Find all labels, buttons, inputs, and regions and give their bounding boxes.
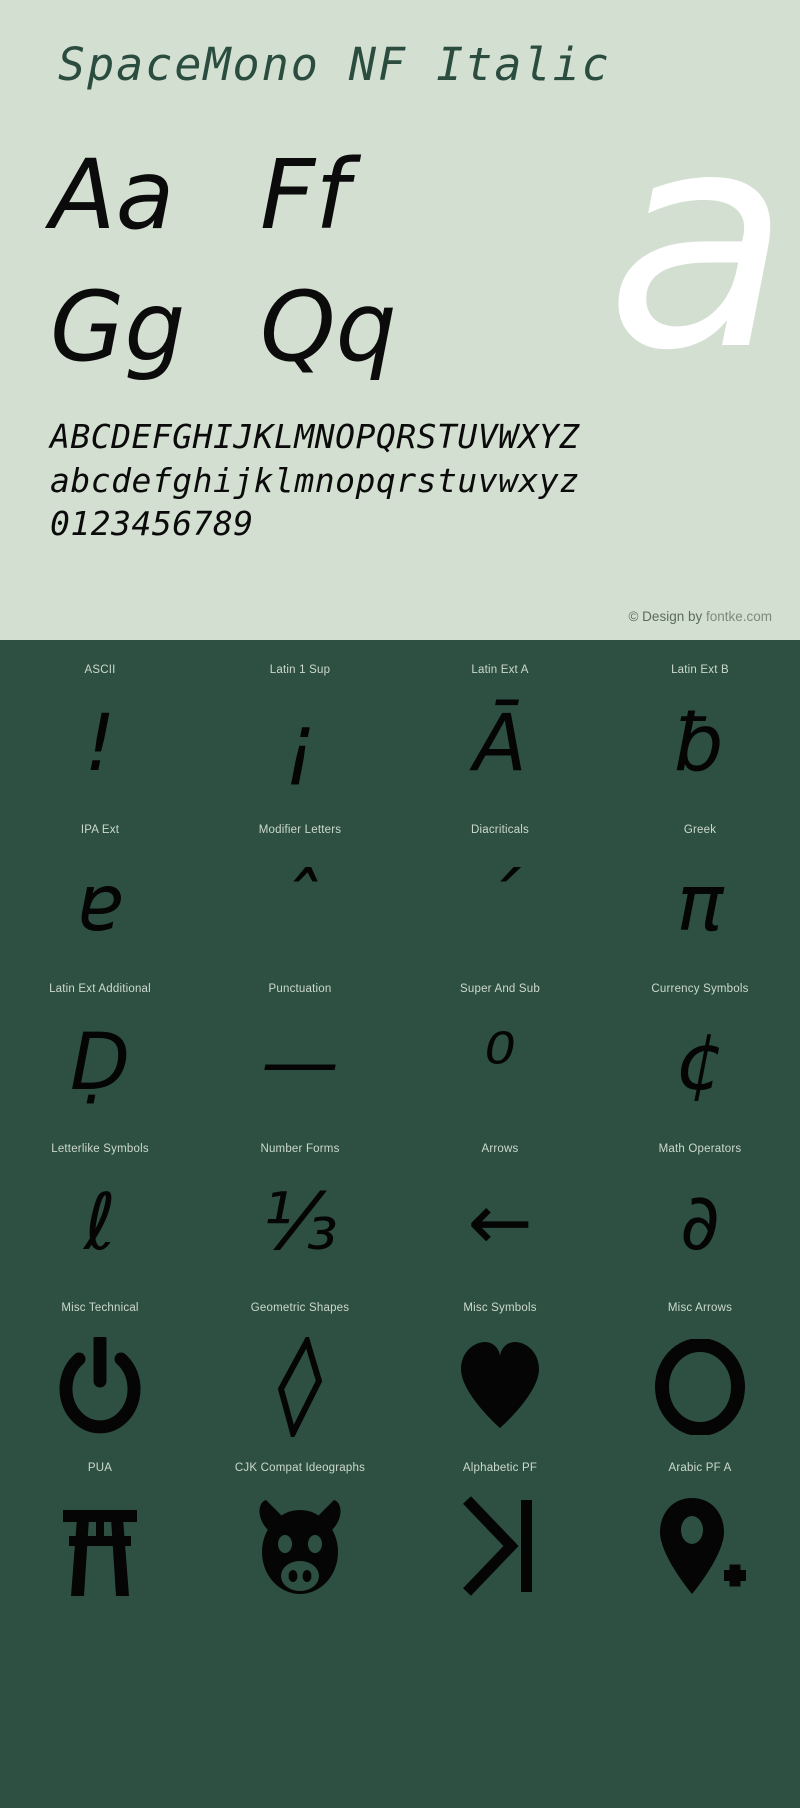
range-glyph-greek: π [676,858,724,949]
range-cell-super-and-sub: Super And Sub ⁰ [400,983,600,1143]
range-cell-misc-arrows: Misc Arrows [600,1302,800,1462]
letter-pair-aa: Aa [50,139,175,251]
range-glyph-latin-ext-additional: Ḍ [69,1018,131,1108]
skip-forward-icon [400,1478,600,1606]
range-glyph-math-operators: ∂ [679,1177,721,1268]
watermark-glyph: a [606,67,790,416]
range-label: Latin Ext B [671,664,729,676]
range-cell-letterlike-symbols: Letterlike Symbols ℓ [0,1143,200,1303]
copyright-credit: © Design by fontke.com [628,609,772,624]
pig-face-icon [200,1478,400,1606]
uppercase-alphabet: ABCDEFGHIJKLMNOPQRSTUVWXYZ [50,417,580,456]
range-cell-latin-ext-a: Latin Ext A Ā [400,664,600,824]
unicode-range-row: Latin Ext Additional Ḍ Punctuation — Sup… [0,983,800,1143]
range-label: Greek [683,823,717,836]
range-glyph-latin-1-sup: ¡ [284,699,316,789]
range-label: IPA Ext [80,823,120,836]
unicode-range-row: ASCII ! Latin 1 Sup ¡ Latin Ext A Ā Lati… [0,664,800,824]
range-cell-alphabetic-pf: Alphabetic PF [400,1462,600,1622]
specimen-preview-panel: SpaceMono NF Italic a Aa Ff Gg Qq ABCDEF… [0,0,800,640]
letter-pair-ff: Ff [260,139,350,251]
heart-icon [400,1318,600,1446]
range-cell-currency-symbols: Currency Symbols ¢ [600,983,800,1143]
torii-gate-icon [0,1478,200,1606]
copyright-prefix: © Design by [628,609,706,624]
range-cell-ascii: ASCII ! [0,664,200,824]
circle-icon [600,1318,800,1446]
range-glyph-ascii: ! [84,699,116,789]
range-label: CJK Compat Ideographs [234,1461,366,1474]
unicode-range-row: Letterlike Symbols ℓ Number Forms ⅓ Arro… [0,1143,800,1303]
range-glyph-letterlike-symbols: ℓ [83,1177,117,1268]
range-cell-punctuation: Punctuation — [200,983,400,1143]
range-cell-arabic-pf-a: Arabic PF A [600,1462,800,1622]
unicode-range-row: Misc Technical Geometric Shapes Misc Sym… [0,1302,800,1462]
range-label: Misc Symbols [463,1302,537,1314]
unicode-range-row: IPA Ext ɐ Modifier Letters ˆ Diacritical… [0,824,800,984]
letter-pair-row: Aa Ff [50,140,470,272]
range-glyph-currency-symbols: ¢ [675,1018,725,1108]
range-label: Latin 1 Sup [269,664,331,676]
range-label: Math Operators [658,1142,742,1155]
alphabet-block: ABCDEFGHIJKLMNOPQRSTUVWXYZ abcdefghijklm… [50,415,580,546]
range-label: Latin Ext A [471,664,529,676]
range-glyph-ipa-ext: ɐ [76,858,124,949]
font-title: SpaceMono NF Italic [58,38,611,91]
range-label: Misc Technical [61,1302,139,1314]
range-cell-latin-ext-b: Latin Ext B ƀ [600,664,800,824]
range-cell-arrows: Arrows ← [400,1143,600,1303]
range-cell-ipa-ext: IPA Ext ɐ [0,824,200,984]
range-label: Arabic PF A [668,1461,732,1474]
range-cell-misc-symbols: Misc Symbols [400,1302,600,1462]
range-glyph-modifier-letters: ˆ [280,858,320,949]
range-cell-cjk-compat-ideographs: CJK Compat Ideographs [200,1462,400,1622]
range-label: Currency Symbols [651,983,749,995]
range-label: Latin Ext Additional [49,983,151,995]
range-cell-math-operators: Math Operators ∂ [600,1143,800,1303]
unicode-range-row: PUA CJK Compat Ideographs Alphabetic PF … [0,1462,800,1622]
range-cell-modifier-letters: Modifier Letters ˆ [200,824,400,984]
range-glyph-super-and-sub: ⁰ [484,1018,516,1108]
range-glyph-number-forms: ⅓ [262,1177,338,1268]
letter-pair-grid: Aa Ff Gg Qq [50,140,470,404]
range-label: ASCII [84,664,116,676]
range-label: Number Forms [260,1142,340,1155]
digit-sequence: 0123456789 [50,504,254,544]
range-label: Alphabetic PF [462,1461,538,1474]
range-cell-diacriticals: Diacriticals ´ [400,824,600,984]
range-label: PUA [87,1461,113,1474]
range-label: Super And Sub [460,983,540,995]
lowercase-alphabet: abcdefghijklmnopqrstuvwxyz [50,460,580,500]
range-glyph-latin-ext-b: ƀ [675,699,725,789]
range-label: Misc Arrows [667,1302,733,1314]
range-label: Punctuation [268,983,332,995]
range-cell-pua: PUA [0,1462,200,1622]
unicode-range-panel: ASCII ! Latin 1 Sup ¡ Latin Ext A Ā Lati… [0,640,800,1808]
letter-pair-qq: Qq [260,271,397,383]
range-label: Modifier Letters [258,823,342,836]
copyright-brand: fontke.com [705,609,772,624]
range-cell-number-forms: Number Forms ⅓ [200,1143,400,1303]
range-glyph-arrows: ← [467,1177,533,1268]
power-icon [0,1318,200,1446]
lozenge-icon [200,1318,400,1446]
range-cell-misc-technical: Misc Technical [0,1302,200,1462]
map-pin-plus-icon [600,1478,800,1606]
range-glyph-latin-ext-a: Ā [473,699,527,789]
range-label: Letterlike Symbols [51,1142,149,1155]
letter-pair-gg: Gg [50,271,186,383]
range-cell-latin-1-sup: Latin 1 Sup ¡ [200,664,400,824]
range-glyph-punctuation: — [261,1018,339,1108]
range-label: Arrows [481,1142,519,1155]
range-glyph-diacriticals: ´ [480,858,520,949]
range-label: Diacriticals [471,823,529,836]
letter-pair-row: Gg Qq [50,272,470,404]
range-cell-geometric-shapes: Geometric Shapes [200,1302,400,1462]
range-cell-latin-ext-additional: Latin Ext Additional Ḍ [0,983,200,1143]
range-label: Geometric Shapes [250,1302,350,1314]
range-cell-greek: Greek π [600,824,800,984]
